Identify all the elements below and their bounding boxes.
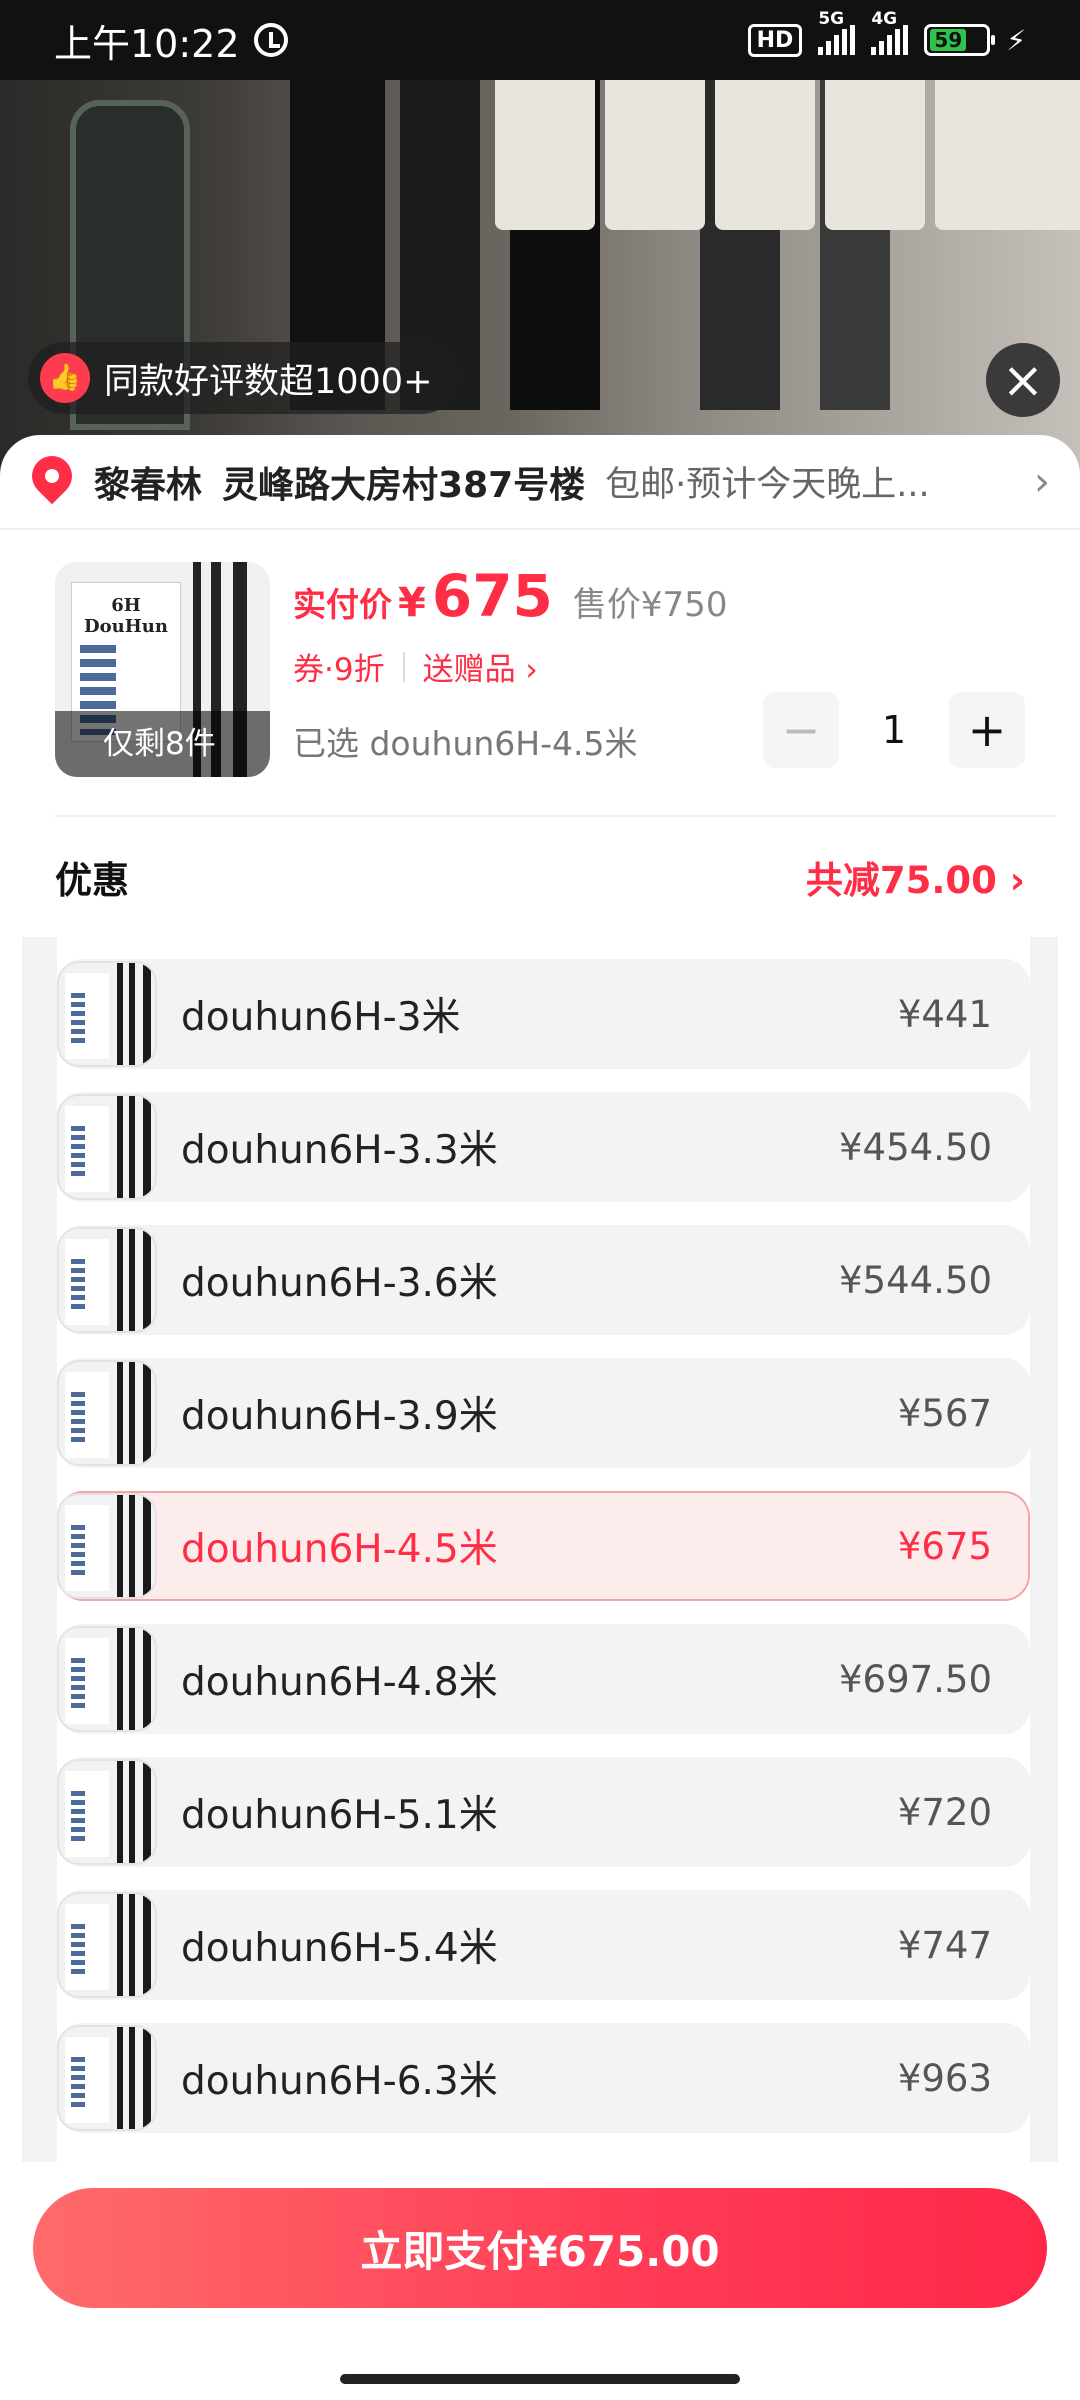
discount-label: 优惠 xyxy=(55,859,129,902)
sku-option[interactable]: douhun6H-3.9米 ¥567 xyxy=(57,1358,1030,1468)
sku-price: ¥963 xyxy=(897,2056,992,2100)
sku-option[interactable]: douhun6H-4.8米 ¥697.50 xyxy=(57,1624,1030,1734)
sku-name: douhun6H-3.6米 xyxy=(181,1261,498,1306)
discount-row[interactable]: 优惠 共减75.00 › xyxy=(0,817,1080,937)
sku-thumbnail xyxy=(57,961,157,1067)
sku-option[interactable]: douhun6H-6.3米 ¥963 xyxy=(57,2023,1030,2133)
sku-price: ¥544.50 xyxy=(838,1258,992,1302)
stock-badge: 仅剩8件 xyxy=(55,711,270,777)
address-line: 灵峰路大房村387号楼 xyxy=(222,464,586,506)
sku-thumbnail xyxy=(57,1094,157,1200)
delivery-note: 包邮·预计今天晚上... xyxy=(605,465,930,505)
location-pin-icon xyxy=(30,456,74,508)
sku-option[interactable]: douhun6H-3.6米 ¥544.50 xyxy=(57,1225,1030,1335)
sku-price: ¥454.50 xyxy=(838,1125,992,1169)
price-label: 实付价 xyxy=(293,585,392,624)
discount-value: 共减75.00 › xyxy=(805,859,1025,902)
sku-thumbnail xyxy=(57,1892,157,1998)
sku-thumbnail xyxy=(57,1626,157,1732)
charging-icon: ⚡ xyxy=(1006,23,1026,57)
sku-name: douhun6H-3.9米 xyxy=(181,1394,498,1439)
gift-link[interactable]: 送赠品 › xyxy=(423,644,538,689)
sku-thumbnail xyxy=(57,1759,157,1865)
sku-price: ¥567 xyxy=(897,1391,992,1435)
battery-icon: 59 xyxy=(924,24,996,56)
address-row[interactable]: 黎春林 灵峰路大房村387号楼 包邮·预计今天晚上... › xyxy=(0,435,1080,530)
status-time: 上午10:22 xyxy=(54,21,240,66)
alarm-icon xyxy=(253,23,288,57)
sku-price: ¥720 xyxy=(897,1790,992,1834)
sku-price: ¥441 xyxy=(897,992,992,1036)
coupon-tag[interactable]: 券·9折 xyxy=(293,644,385,689)
thumbs-up-icon: 👍 xyxy=(40,353,90,403)
sku-option[interactable]: douhun6H-5.1米 ¥720 xyxy=(57,1757,1030,1867)
sku-price: ¥747 xyxy=(897,1923,992,1967)
selected-variant: 已选 douhun6H-4.5米 xyxy=(293,724,638,763)
product-thumbnail[interactable]: 6H DouHun 仅剩8件 xyxy=(55,562,270,777)
purchase-sheet: 黎春林 灵峰路大房村387号楼 包邮·预计今天晚上... › 6H DouHun … xyxy=(0,435,1080,2400)
decrease-button[interactable]: − xyxy=(763,692,839,768)
sku-option[interactable]: douhun6H-3.3米 ¥454.50 xyxy=(57,1092,1030,1202)
sku-thumbnail xyxy=(57,2025,157,2131)
signal-4g-icon: 4G xyxy=(871,9,909,55)
close-button[interactable]: × xyxy=(986,343,1060,417)
sku-name: douhun6H-5.1米 xyxy=(181,1793,498,1838)
chevron-right-icon: › xyxy=(1034,458,1050,505)
hd-voice-icon: HD xyxy=(747,23,803,57)
sku-list: douhun6H-3米 ¥441 douhun6H-3.3米 ¥454.50 douhu… xyxy=(57,937,1030,2167)
original-price: 售价¥750 xyxy=(572,585,728,625)
sku-option[interactable]: douhun6H-5.4米 ¥747 xyxy=(57,1890,1030,2000)
pay-now-button[interactable]: 立即支付¥675.00 xyxy=(33,2188,1047,2308)
sku-name: douhun6H-3.3米 xyxy=(181,1128,498,1173)
review-badge-text: 同款好评数超1000+ xyxy=(104,361,433,402)
signal-5g-icon: 5G xyxy=(818,9,856,55)
review-badge: 👍 同款好评数超1000+ xyxy=(28,342,459,414)
sku-name: douhun6H-5.4米 xyxy=(181,1926,498,1971)
product-summary: 6H DouHun 仅剩8件 实付价 ¥ 675 售价¥750 券·9折 送赠品 … xyxy=(0,532,1080,812)
address-name: 黎春林 xyxy=(94,464,203,506)
sku-thumbnail xyxy=(57,1493,157,1599)
sku-price: ¥675 xyxy=(897,1524,992,1568)
sku-name: douhun6H-6.3米 xyxy=(181,2059,498,2104)
sku-price: ¥697.50 xyxy=(838,1657,992,1701)
sku-name: douhun6H-4.8米 xyxy=(181,1660,498,1705)
product-hero-image xyxy=(0,80,1080,480)
price-row: 实付价 ¥ 675 售价¥750 xyxy=(293,562,727,630)
battery-level: 59 xyxy=(930,29,967,51)
currency-symbol: ¥ xyxy=(398,580,426,626)
sku-thumbnail xyxy=(57,1227,157,1333)
status-bar: 上午10:22 HD 5G 4G 59 ⚡ xyxy=(0,0,1080,80)
quantity-stepper: − 1 + xyxy=(763,692,1025,768)
sku-name: douhun6H-4.5米 xyxy=(181,1527,498,1572)
quantity-value: 1 xyxy=(881,708,907,752)
home-indicator[interactable] xyxy=(340,2374,740,2384)
sku-thumbnail xyxy=(57,1360,157,1466)
promo-row: 券·9折 送赠品 › xyxy=(293,644,538,689)
sku-name: douhun6H-3米 xyxy=(181,995,461,1040)
sku-option[interactable]: douhun6H-4.5米 ¥675 xyxy=(57,1491,1030,1601)
sku-scroll-area[interactable]: douhun6H-3米 ¥441 douhun6H-3.3米 ¥454.50 douhu… xyxy=(22,937,1058,2167)
price-value: 675 xyxy=(431,562,553,630)
footer-bar: 立即支付¥675.00 xyxy=(0,2162,1080,2400)
sku-option[interactable]: douhun6H-3米 ¥441 xyxy=(57,959,1030,1069)
increase-button[interactable]: + xyxy=(949,692,1025,768)
